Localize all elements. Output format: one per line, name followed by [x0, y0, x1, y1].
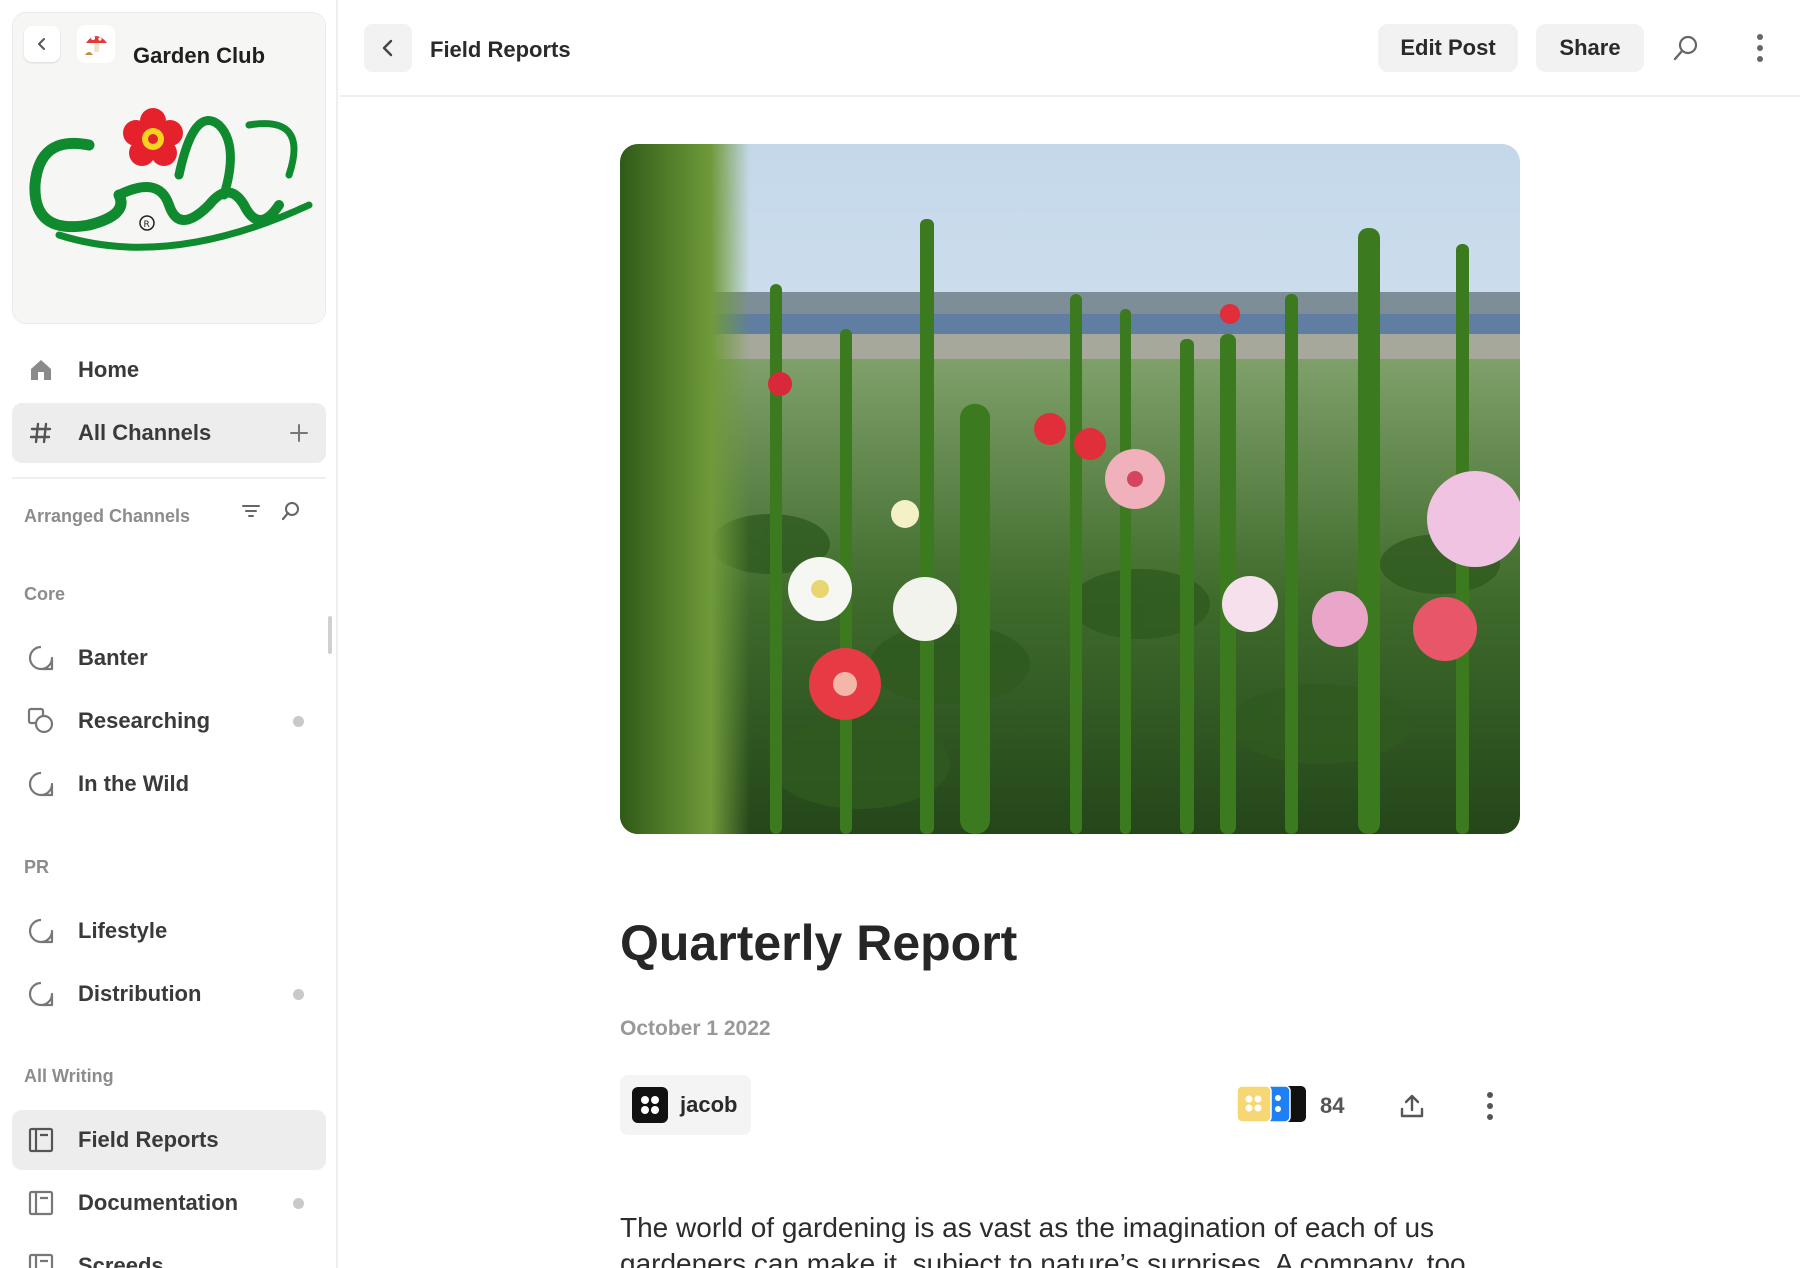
post-more-icon[interactable]	[1470, 1086, 1510, 1126]
group-avatar[interactable]	[77, 25, 115, 63]
channel-field-reports[interactable]: Field Reports	[12, 1110, 326, 1170]
top-bar: Field Reports Edit Post Share	[340, 0, 1800, 97]
channel-screeds[interactable]: Screeds	[12, 1236, 326, 1268]
plus-icon[interactable]	[286, 420, 312, 446]
chat-icon	[26, 769, 56, 799]
section-label-all-writing: All Writing	[24, 1066, 114, 1086]
sidebar-divider	[12, 477, 326, 479]
post-body: The world of gardening is as vast as the…	[620, 1212, 1466, 1268]
arranged-channels-label: Arranged Channels	[24, 506, 191, 526]
nav-home-label: Home	[78, 357, 140, 382]
author-chip[interactable]: jacob	[620, 1075, 752, 1135]
nav-all-channels-label: All Channels	[78, 420, 212, 445]
channel-in-the-wild[interactable]: In the Wild	[12, 754, 326, 814]
channel-label: Distribution	[78, 981, 202, 1006]
gallery-icon	[26, 706, 56, 736]
post-title: Quarterly Report	[620, 915, 1018, 971]
hash-icon	[26, 418, 56, 448]
chat-icon	[26, 916, 56, 946]
sigil-icon	[641, 1096, 659, 1114]
notebook-icon	[26, 1125, 56, 1155]
notebook-icon	[26, 1188, 56, 1218]
notebook-icon	[26, 1251, 56, 1268]
mushroom-icon	[85, 36, 107, 55]
channel-distribution[interactable]: Distribution	[12, 964, 326, 1024]
chat-icon	[26, 643, 56, 673]
section-label-core: Core	[24, 584, 66, 604]
page-title: Field Reports	[430, 37, 571, 62]
channel-banter[interactable]: Banter	[12, 628, 326, 688]
garden-logo: R	[29, 108, 313, 251]
unread-dot	[293, 715, 304, 727]
more-vertical-icon[interactable]	[1740, 28, 1780, 68]
channel-label: Lifestyle	[78, 918, 168, 943]
back-button[interactable]	[364, 24, 412, 72]
search-icon[interactable]	[280, 500, 302, 527]
group-title: Garden Club	[133, 43, 266, 68]
group-card: Garden Club R	[12, 12, 326, 324]
unread-dot	[293, 1197, 304, 1209]
author-avatar	[632, 1087, 668, 1123]
channel-documentation[interactable]: Documentation	[12, 1173, 326, 1233]
filter-icon[interactable]	[240, 500, 262, 527]
channel-label: In the Wild	[78, 771, 190, 796]
channel-label: Screeds	[78, 1253, 164, 1268]
channel-label: Researching	[78, 708, 211, 733]
arranged-tools	[240, 500, 302, 527]
edit-post-button[interactable]: Edit Post	[1378, 24, 1518, 72]
search-icon[interactable]	[1666, 28, 1706, 68]
hero-image	[620, 144, 1520, 834]
channel-researching[interactable]: Researching	[12, 691, 326, 751]
nav-all-channels[interactable]: All Channels	[12, 403, 326, 463]
chevron-left-icon	[382, 39, 393, 57]
author-name: jacob	[680, 1092, 738, 1117]
share-upload-icon[interactable]	[1392, 1086, 1432, 1126]
sidebar-back-button[interactable]	[24, 26, 60, 62]
section-label-pr: PR	[24, 857, 50, 877]
post-date: October 1 2022	[620, 1017, 771, 1040]
reaction-avatars[interactable]	[1236, 1085, 1308, 1123]
sidebar-scrollbar[interactable]	[328, 616, 332, 654]
svg-text:R: R	[144, 220, 150, 230]
reaction-count: 84	[1320, 1093, 1345, 1118]
chat-icon	[26, 979, 56, 1009]
channel-label: Documentation	[78, 1190, 239, 1215]
channel-label: Banter	[78, 645, 148, 670]
nav-home[interactable]: Home	[12, 340, 326, 400]
channel-label: Field Reports	[78, 1127, 219, 1152]
chevron-left-icon	[38, 38, 45, 50]
channel-lifestyle[interactable]: Lifestyle	[12, 901, 326, 961]
share-button[interactable]: Share	[1536, 24, 1644, 72]
unread-dot	[293, 988, 304, 1000]
sidebar: Garden Club R Home All Channels Arranged…	[0, 0, 338, 1268]
home-icon	[26, 355, 56, 385]
